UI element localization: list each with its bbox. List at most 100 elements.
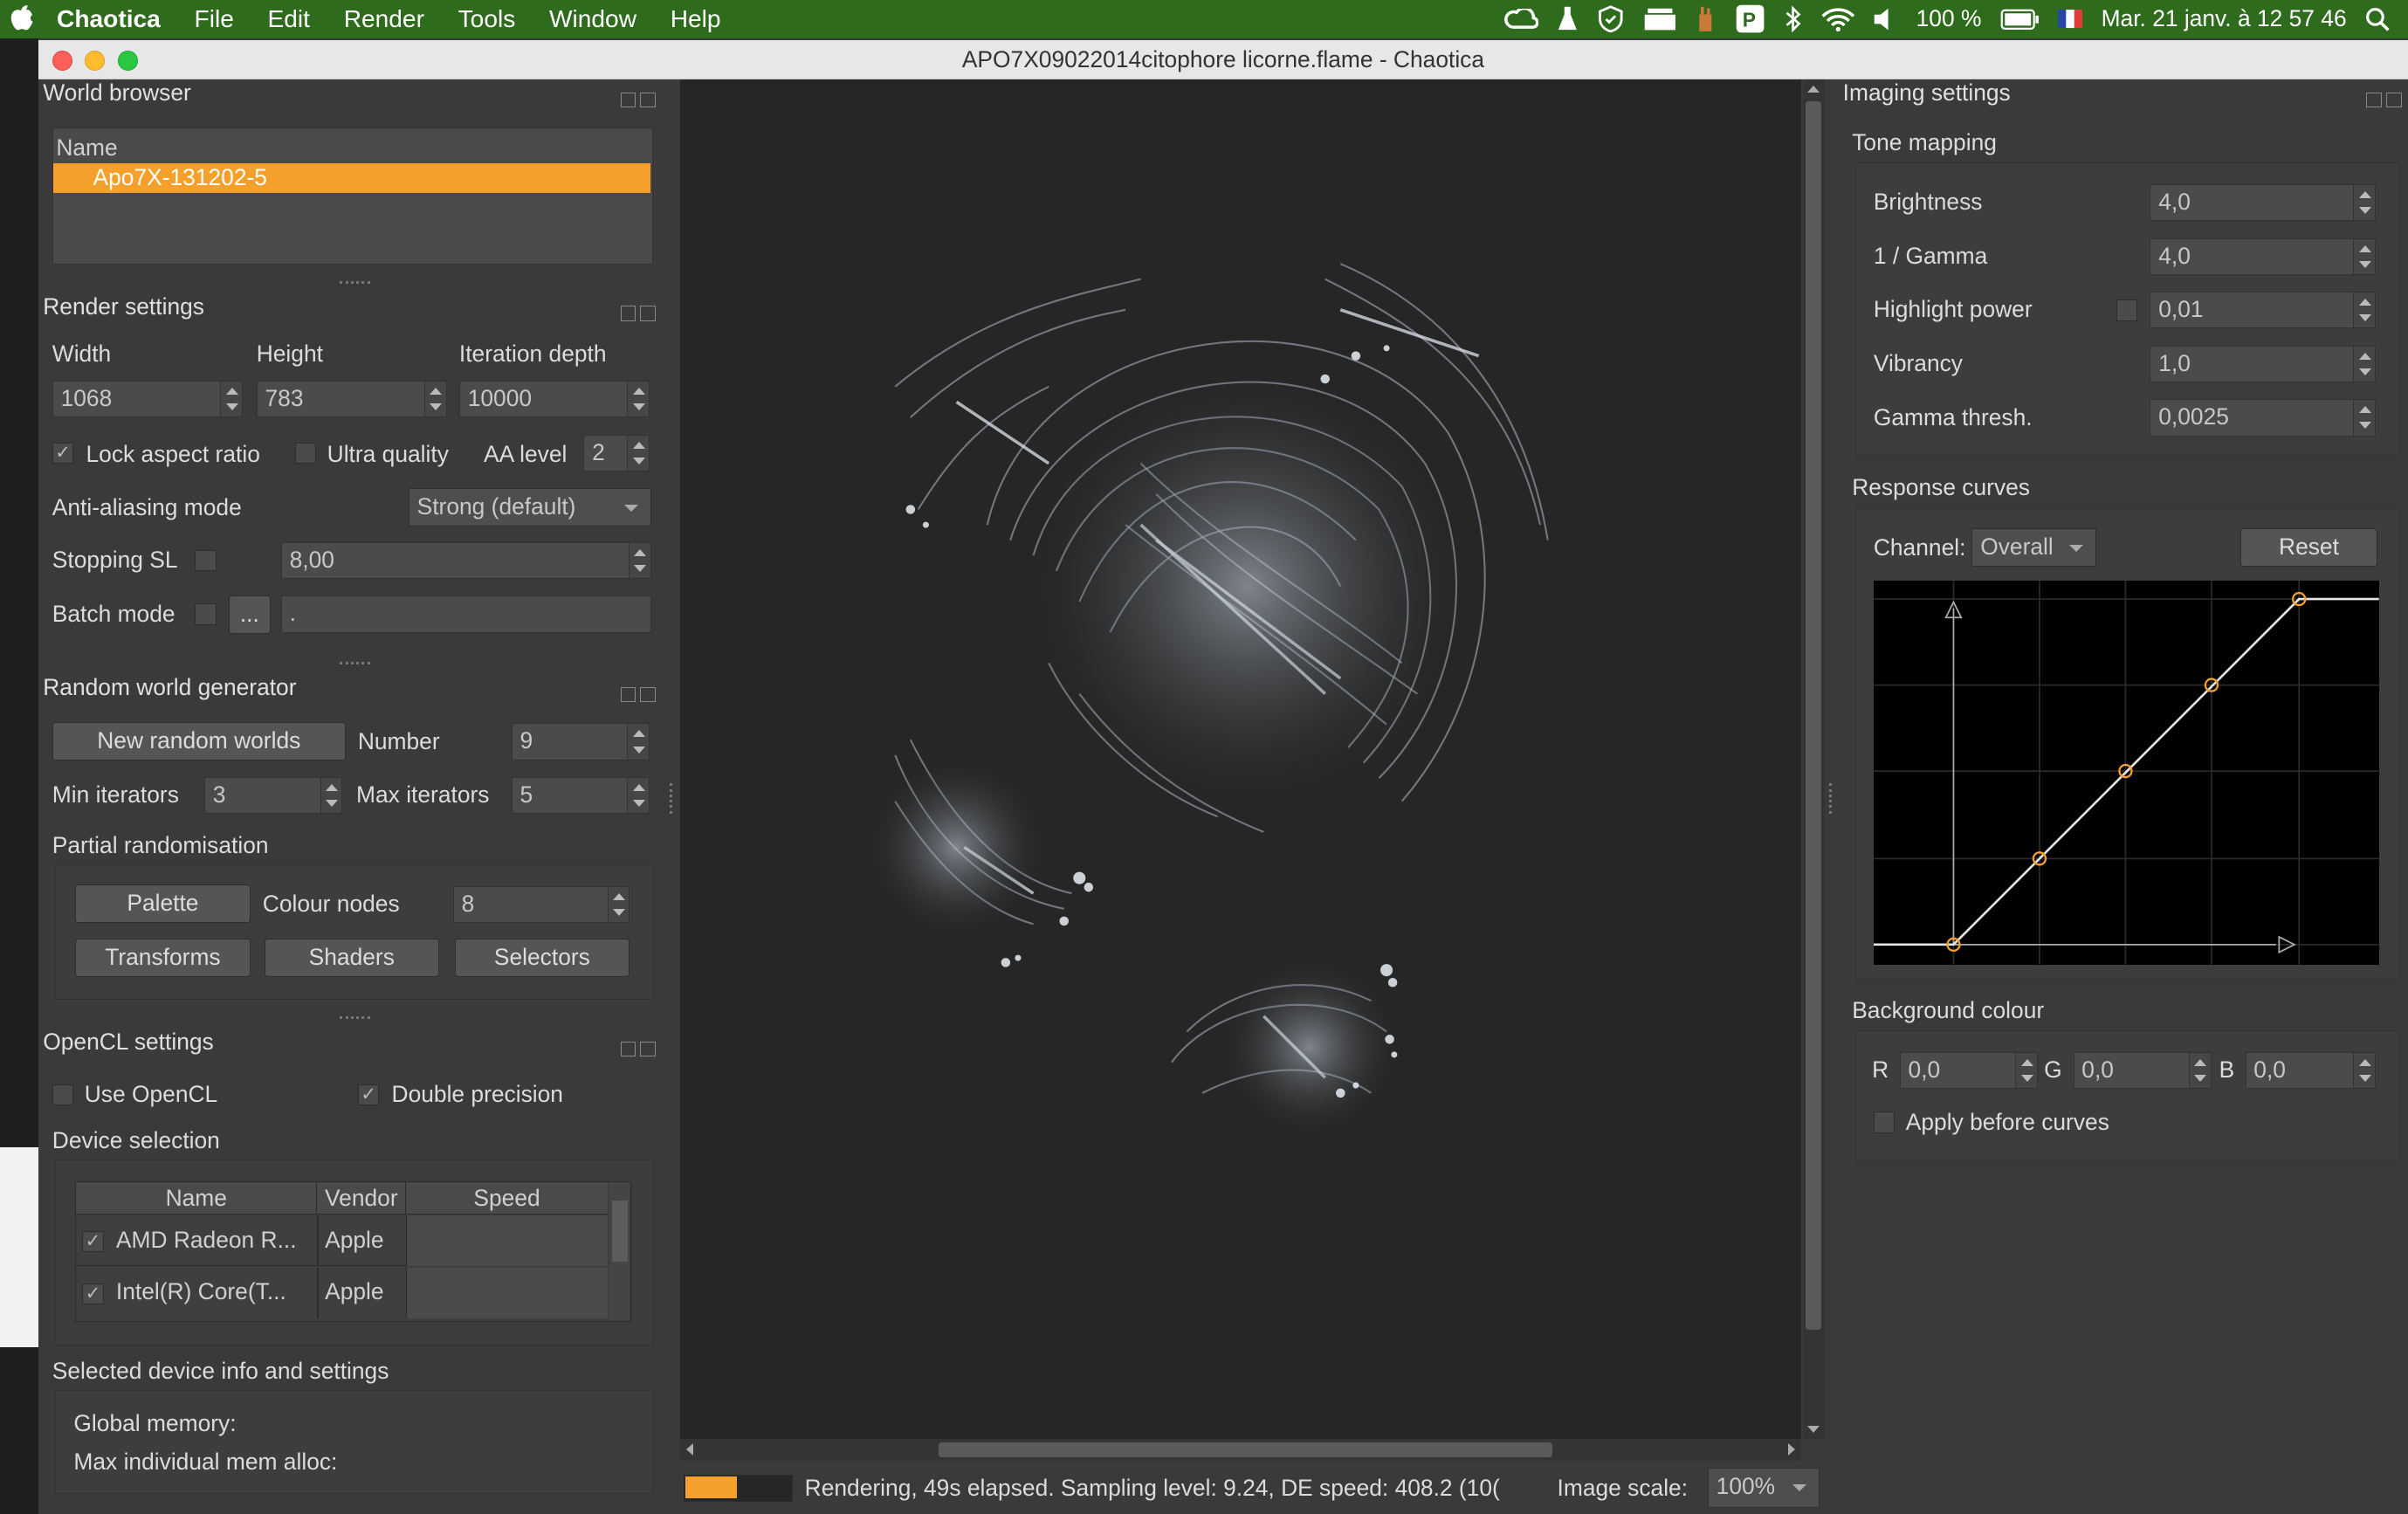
splitter-handle[interactable]: [339, 1016, 370, 1020]
parking-app-icon[interactable]: P: [1735, 3, 1765, 34]
opencl-dock-controls[interactable]: [620, 1035, 661, 1057]
gamma-threshold-spinbox[interactable]: 0,0025: [2150, 399, 2376, 437]
gamma-threshold-stepper[interactable]: [2353, 400, 2375, 436]
height-stepper[interactable]: [424, 382, 446, 417]
number-stepper[interactable]: [627, 724, 649, 760]
french-flag-icon[interactable]: [2058, 10, 2083, 29]
device-row[interactable]: ✓ AMD Radeon R... Apple: [76, 1215, 608, 1267]
double-precision-checkbox[interactable]: ✓: [357, 1084, 380, 1106]
vibrancy-stepper[interactable]: [2353, 346, 2375, 382]
random-world-dock-controls[interactable]: [620, 680, 661, 703]
splitter-handle[interactable]: [339, 662, 370, 665]
minimize-window-button[interactable]: [84, 51, 105, 71]
world-list-item-selected[interactable]: Apo7X-131202-5: [52, 163, 650, 193]
float-icon[interactable]: [620, 686, 636, 703]
stopping-sl-checkbox[interactable]: [195, 549, 217, 572]
gamma-stepper[interactable]: [2353, 238, 2375, 274]
channel-select[interactable]: Overall: [1971, 528, 2096, 568]
column-vendor[interactable]: Vendor: [317, 1181, 407, 1215]
float-icon[interactable]: [620, 1041, 636, 1057]
r-stepper[interactable]: [2015, 1052, 2038, 1089]
float-icon[interactable]: [620, 92, 636, 108]
g-stepper[interactable]: [2189, 1052, 2211, 1089]
menu-file[interactable]: File: [195, 5, 234, 33]
response-curve-editor[interactable]: [1873, 580, 2379, 965]
splitter-handle[interactable]: [339, 280, 370, 285]
stopping-sl-stepper[interactable]: [629, 542, 650, 579]
volume-icon[interactable]: [1873, 7, 1897, 31]
device-table-scrollbar[interactable]: [609, 1181, 631, 1320]
close-window-button[interactable]: [52, 51, 72, 71]
gamma-spinbox[interactable]: 4,0: [2150, 237, 2376, 275]
colour-nodes-spinbox[interactable]: 8: [452, 885, 630, 924]
device-checkbox[interactable]: ✓: [82, 1283, 104, 1305]
width-spinbox[interactable]: 1068: [52, 381, 243, 418]
height-spinbox[interactable]: 783: [256, 381, 447, 418]
close-icon[interactable]: [640, 1041, 656, 1057]
b-spinbox[interactable]: 0,0: [2245, 1051, 2376, 1090]
menu-tools[interactable]: Tools: [458, 5, 516, 33]
clock[interactable]: Mar. 21 janv. à 12 57 46: [2102, 5, 2347, 32]
column-name[interactable]: Name: [76, 1181, 318, 1215]
drive-icon[interactable]: [1643, 7, 1677, 31]
min-iterators-stepper[interactable]: [320, 777, 342, 814]
device-checkbox[interactable]: ✓: [82, 1230, 104, 1253]
menu-window[interactable]: Window: [549, 5, 636, 33]
b-stepper[interactable]: [2353, 1052, 2375, 1089]
world-browser-list[interactable]: Name Apo7X-131202-5: [52, 127, 653, 265]
device-row[interactable]: ✓ Intel(R) Core(T... Apple: [76, 1268, 608, 1319]
new-random-worlds-button[interactable]: New random worlds: [52, 721, 346, 760]
highlight-power-spinbox[interactable]: 0,01: [2150, 292, 2376, 329]
close-icon[interactable]: [640, 306, 656, 321]
iteration-depth-spinbox[interactable]: 10000: [458, 381, 650, 418]
bluetooth-icon[interactable]: [1784, 5, 1802, 33]
render-settings-dock-controls[interactable]: [620, 299, 661, 321]
batch-browse-button[interactable]: ...: [229, 595, 271, 635]
right-dock-splitter[interactable]: [1824, 79, 1839, 1514]
stopping-sl-spinbox[interactable]: 8,00: [280, 541, 651, 580]
menu-render[interactable]: Render: [344, 5, 424, 33]
float-icon[interactable]: [620, 306, 636, 321]
brightness-spinbox[interactable]: 4,0: [2150, 184, 2376, 222]
shaders-button[interactable]: Shaders: [264, 938, 440, 977]
highlight-power-stepper[interactable]: [2353, 292, 2375, 328]
left-dock-splitter[interactable]: [664, 79, 679, 1514]
column-speed[interactable]: Speed: [406, 1182, 607, 1215]
min-iterators-spinbox[interactable]: 3: [203, 776, 343, 815]
lock-aspect-checkbox[interactable]: ✓: [52, 442, 74, 465]
iteration-depth-stepper[interactable]: [627, 382, 649, 417]
palette-button[interactable]: Palette: [75, 884, 251, 924]
r-spinbox[interactable]: 0,0: [1899, 1051, 2039, 1090]
apple-icon[interactable]: [10, 5, 35, 33]
creative-cloud-icon[interactable]: [1504, 8, 1539, 31]
max-iterators-stepper[interactable]: [627, 777, 649, 814]
highlight-power-checkbox[interactable]: [2116, 299, 2138, 321]
battery-icon[interactable]: [2000, 9, 2040, 31]
menu-app-name[interactable]: Chaotica: [57, 5, 161, 33]
selectors-button[interactable]: Selectors: [454, 938, 630, 977]
aa-mode-select[interactable]: Strong (default): [408, 488, 651, 527]
flask-icon[interactable]: [1557, 5, 1579, 33]
world-browser-dock-controls[interactable]: [620, 86, 661, 108]
close-icon[interactable]: [2386, 92, 2402, 108]
vpn-shield-icon[interactable]: [1597, 5, 1625, 33]
g-spinbox[interactable]: 0,0: [2073, 1051, 2212, 1090]
max-iterators-spinbox[interactable]: 5: [511, 776, 650, 815]
imaging-dock-controls[interactable]: [2366, 86, 2406, 108]
apply-before-curves-checkbox[interactable]: [1873, 1111, 1895, 1134]
brightness-stepper[interactable]: [2353, 185, 2375, 221]
aa-level-spinbox[interactable]: 2: [583, 434, 650, 471]
wifi-icon[interactable]: [1821, 7, 1855, 32]
viewport-vertical-scrollbar[interactable]: [1802, 79, 1825, 1440]
world-list-header[interactable]: Name: [56, 134, 117, 162]
aa-level-stepper[interactable]: [627, 435, 649, 471]
float-icon[interactable]: [2366, 92, 2383, 108]
render-viewport[interactable]: [680, 79, 1802, 1440]
width-stepper[interactable]: [220, 382, 242, 417]
menu-help[interactable]: Help: [671, 5, 721, 33]
close-icon[interactable]: [640, 686, 656, 703]
colour-nodes-stepper[interactable]: [607, 886, 630, 923]
hand-icon[interactable]: [1695, 5, 1717, 33]
zoom-window-button[interactable]: [118, 51, 139, 71]
close-icon[interactable]: [640, 92, 656, 108]
